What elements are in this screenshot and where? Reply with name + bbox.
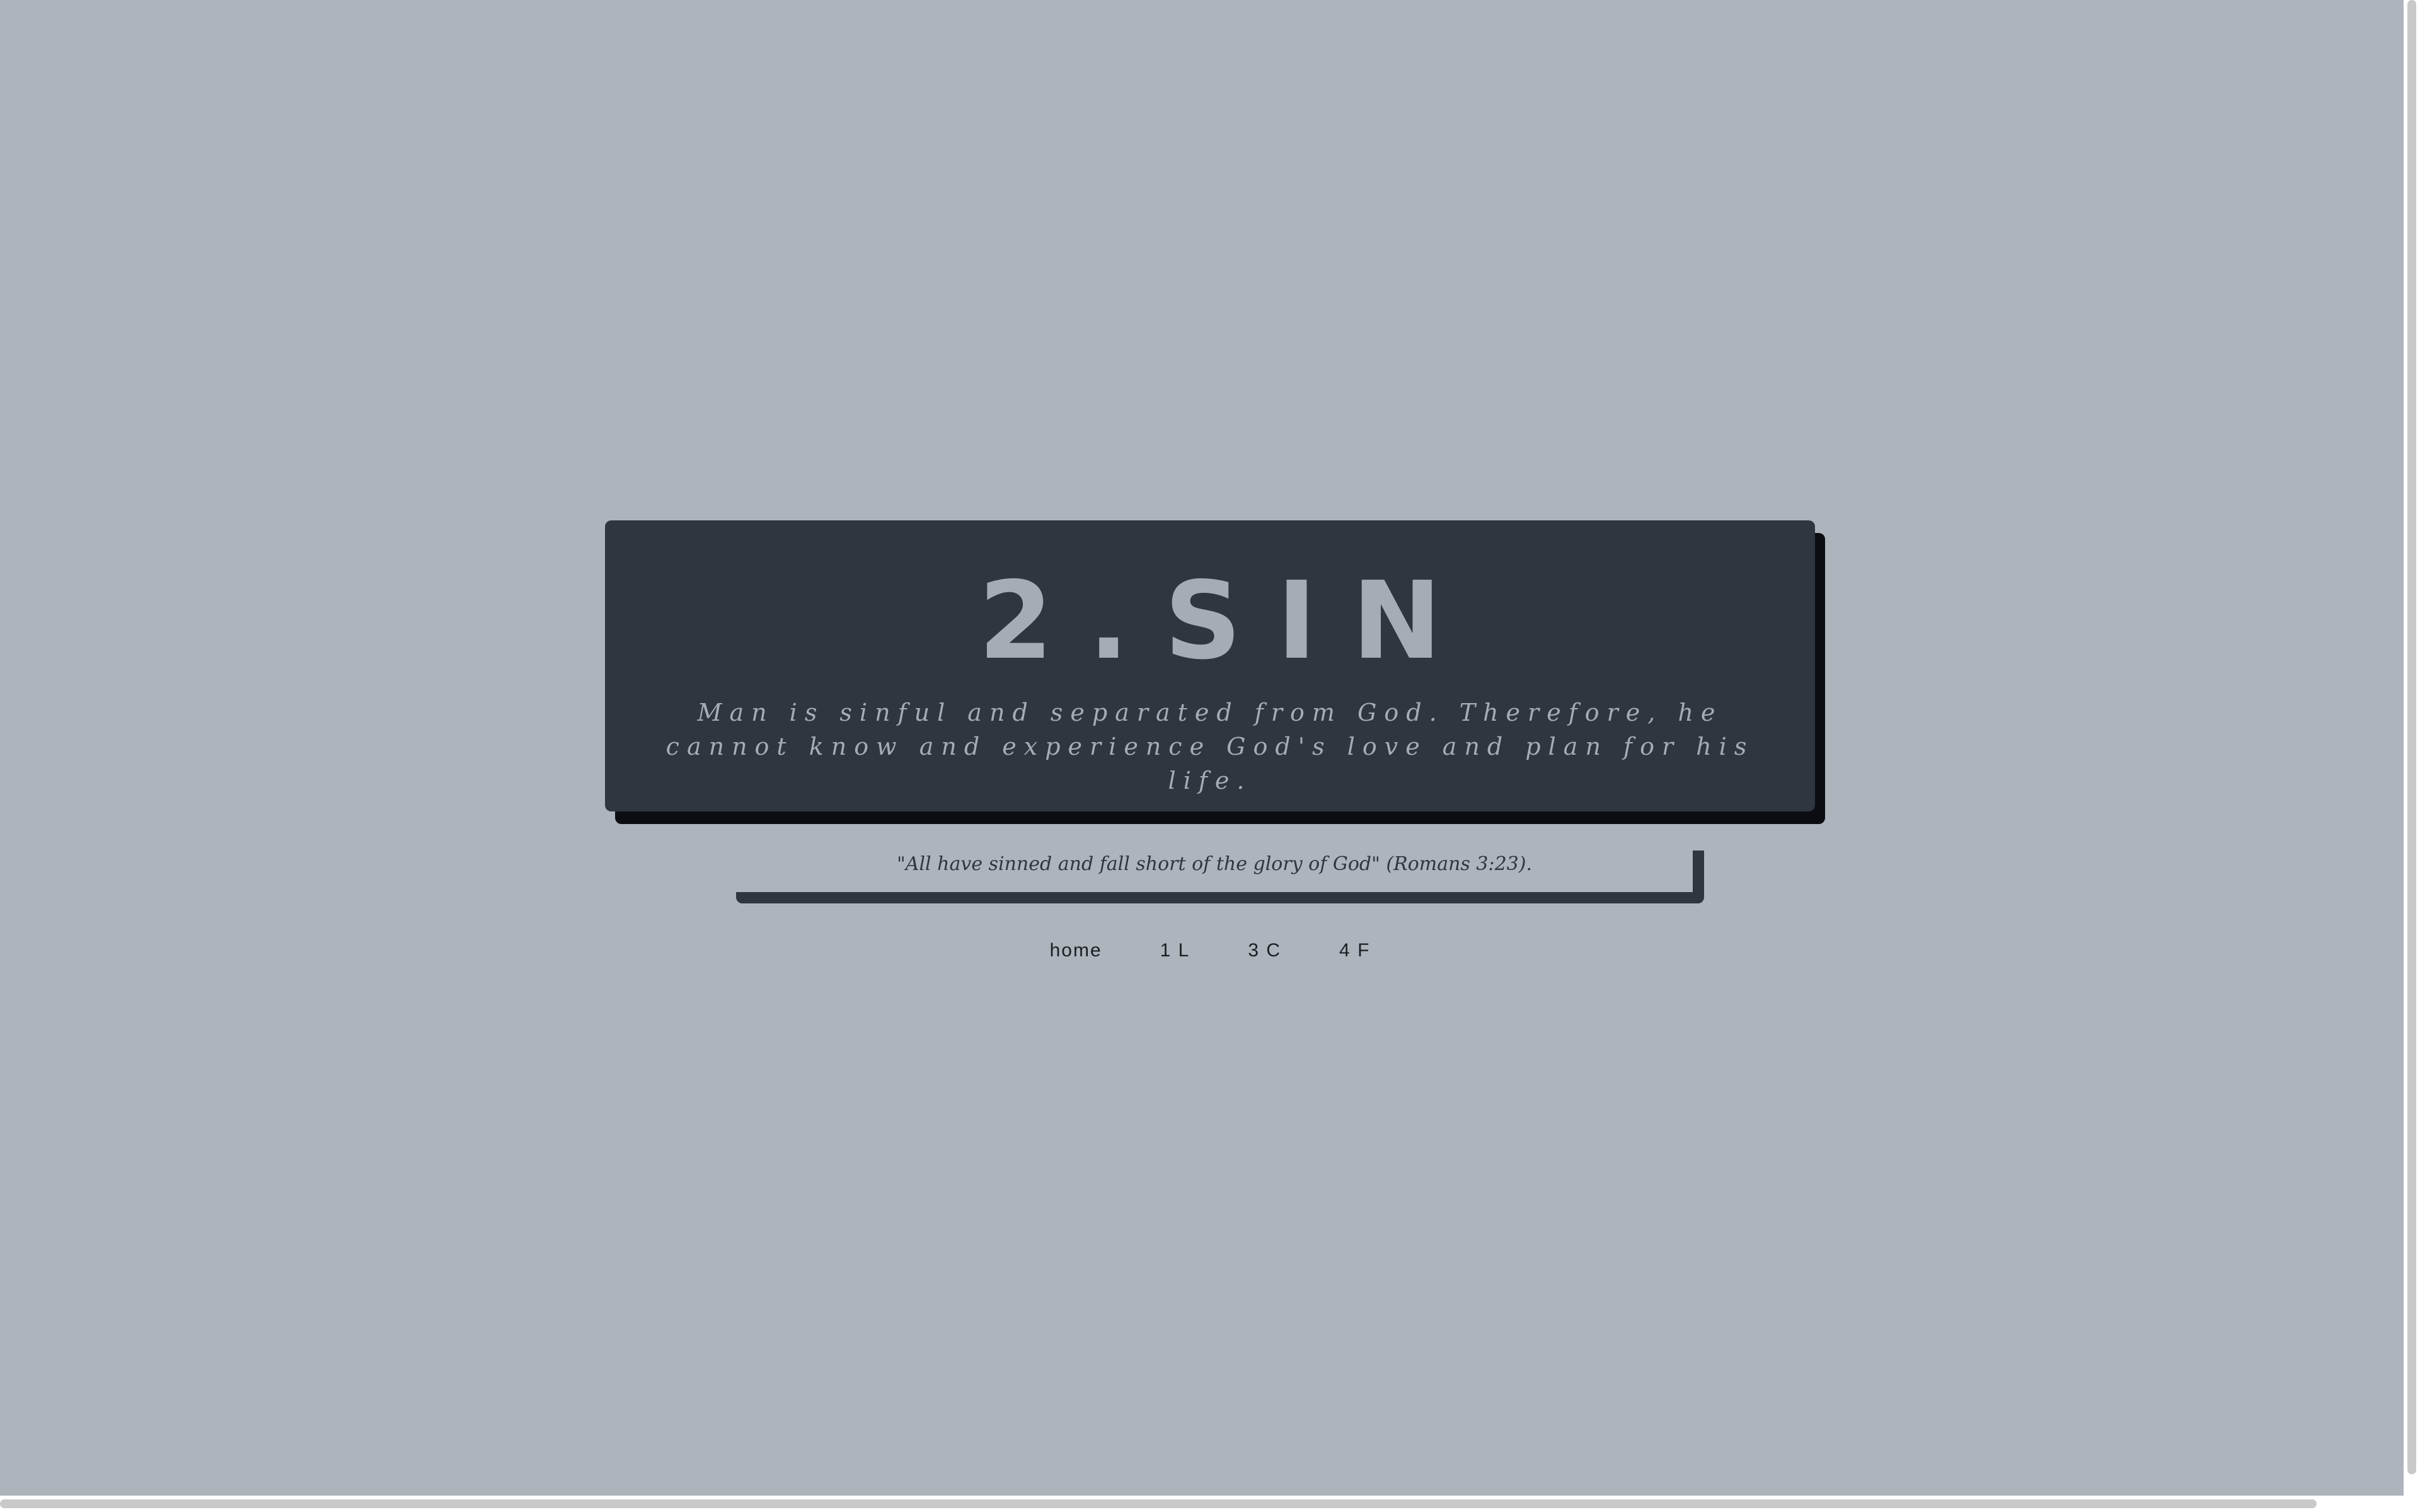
- horizontal-scrollbar[interactable]: [0, 1496, 2404, 1512]
- nav-link-1-l[interactable]: 1 L: [1160, 935, 1190, 966]
- nav-link-home[interactable]: home: [1050, 935, 1102, 966]
- horizontal-scrollbar-thumb[interactable]: [0, 1499, 2317, 1508]
- card-description: Man is sinful and separated from God. Th…: [666, 699, 1754, 794]
- content-card: 2.SIN Man is sinful and separated from G…: [605, 520, 1815, 811]
- vertical-scrollbar[interactable]: [2404, 0, 2420, 1512]
- verse-quote: "All have sinned and fall short of the g…: [896, 853, 1532, 875]
- bottom-nav: home 1 L 3 C 4 F: [1008, 935, 1412, 966]
- nav-link-3-c[interactable]: 3 C: [1248, 935, 1281, 966]
- verse-box: "All have sinned and fall short of the g…: [736, 850, 1704, 903]
- nav-link-4-f[interactable]: 4 F: [1339, 935, 1370, 966]
- page-title: 2.SIN: [978, 559, 1477, 684]
- vertical-scrollbar-thumb[interactable]: [2407, 0, 2416, 1474]
- page: 2.SIN Man is sinful and separated from G…: [0, 0, 2420, 1512]
